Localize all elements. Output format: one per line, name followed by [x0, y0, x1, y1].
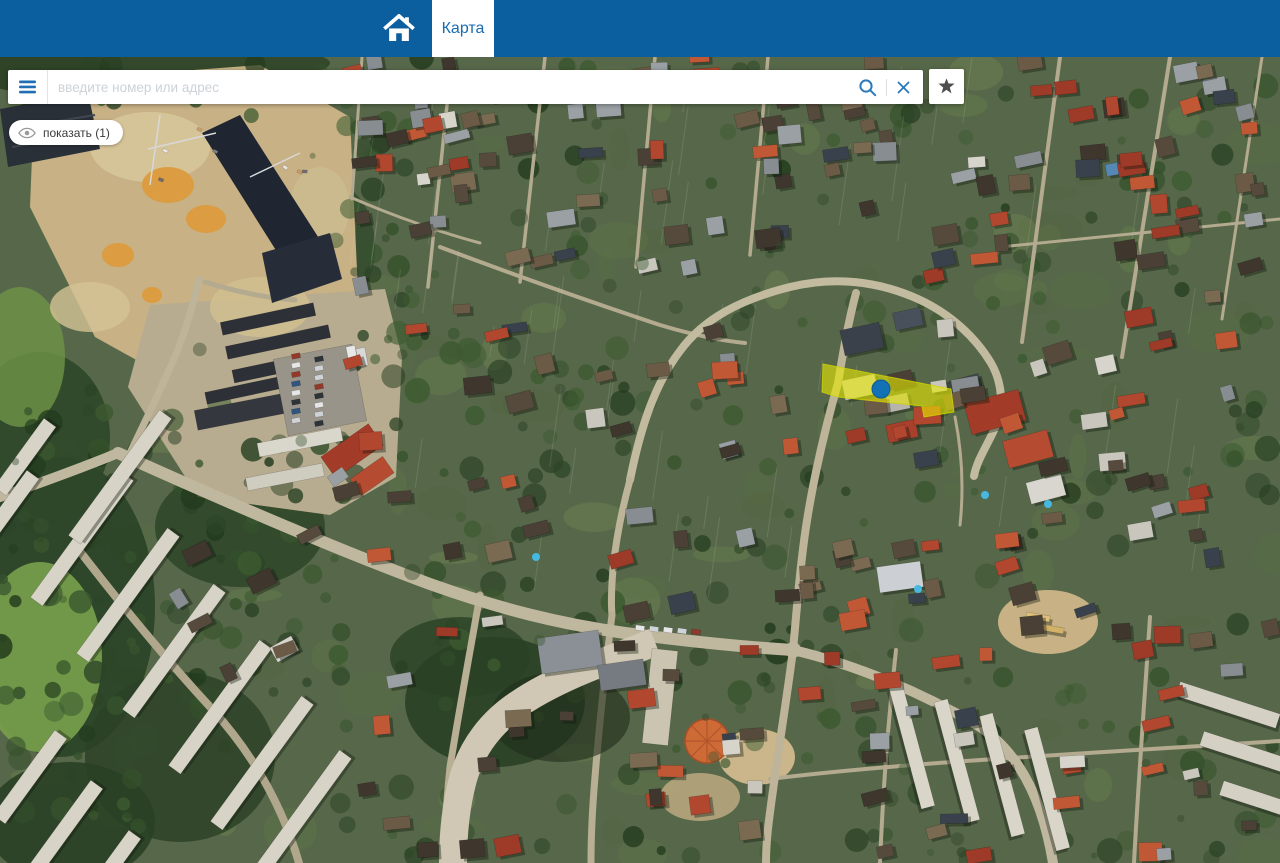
search-button[interactable]: [856, 76, 879, 99]
home-button[interactable]: [374, 0, 424, 57]
map-application: Карта введите номер или адрес показать (…: [0, 0, 1280, 863]
map-viewport[interactable]: показать (1): [0, 57, 1280, 863]
close-icon: [897, 81, 910, 93]
magnifier-icon: [859, 78, 877, 96]
menu-icon: [19, 80, 36, 94]
app-header: Карта: [0, 0, 1280, 57]
satellite-imagery: [0, 57, 1280, 863]
satellite-scenery: [0, 57, 1280, 863]
search-actions: [856, 76, 923, 99]
divider: [886, 78, 887, 96]
menu-button[interactable]: [8, 70, 48, 104]
search-bar: [8, 70, 923, 104]
tab-map[interactable]: Карта: [432, 0, 494, 57]
clear-search-button[interactable]: [894, 78, 913, 97]
search-input[interactable]: [48, 72, 856, 102]
parcel-marker[interactable]: [871, 379, 891, 399]
tab-map-label: Карта: [441, 19, 485, 37]
star-icon: [938, 78, 955, 94]
show-objects-chip[interactable]: показать (1): [9, 120, 123, 145]
show-objects-label: показать (1): [43, 125, 110, 140]
eye-icon: [18, 127, 36, 138]
home-icon: [383, 13, 415, 41]
favorites-button[interactable]: [929, 69, 964, 104]
